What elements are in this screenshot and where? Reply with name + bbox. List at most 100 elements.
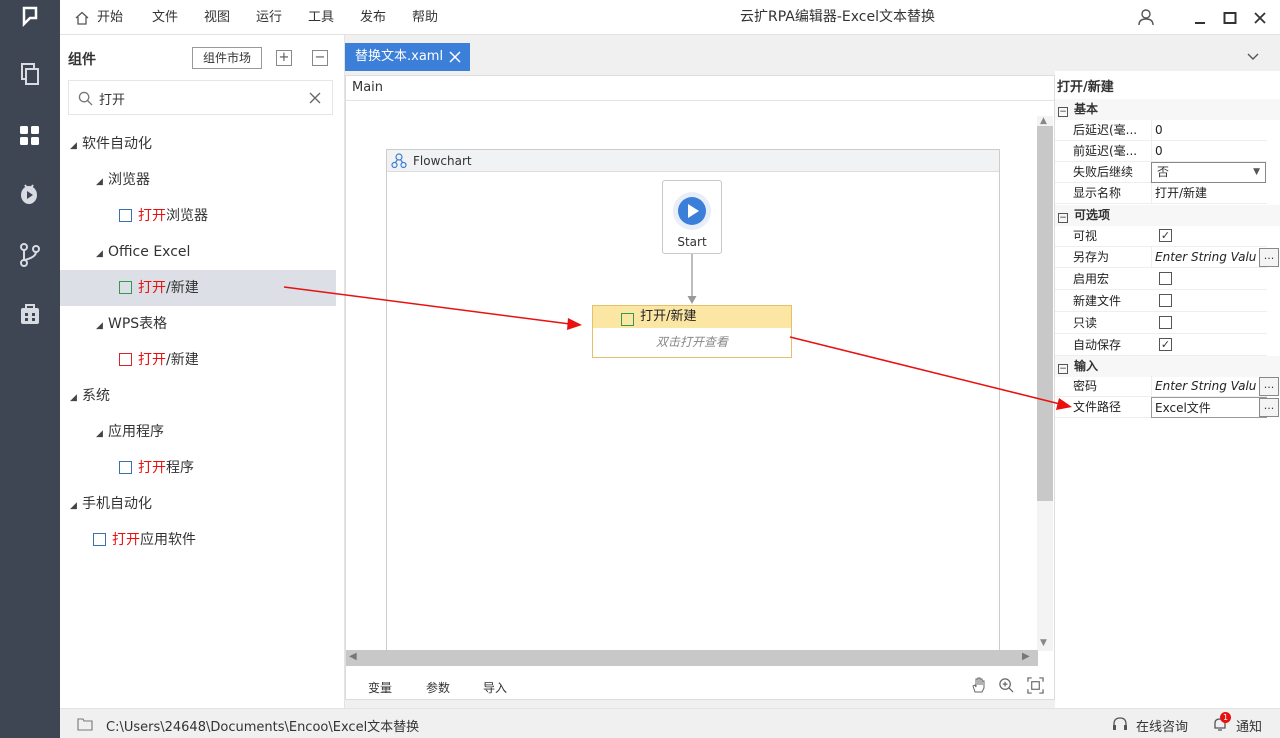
tree-item-system[interactable]: ◢ 系统 [60, 378, 336, 414]
home-icon[interactable] [75, 11, 89, 25]
menu-publish[interactable]: 发布 [360, 0, 386, 35]
scroll-down-icon[interactable]: ▼ [1040, 638, 1047, 648]
tab-variables[interactable]: 变量 [368, 679, 392, 696]
hand-tool-icon[interactable] [970, 676, 988, 694]
component-market-button[interactable]: 组件市场 [192, 47, 262, 69]
tree-label: 浏览器 [108, 172, 150, 188]
minimize-icon[interactable] [1193, 11, 1207, 25]
tab-replace-text[interactable]: 替换文本.xaml [345, 43, 470, 71]
search-icon [78, 91, 93, 106]
browse-button[interactable]: ... [1259, 377, 1279, 396]
tree-item-open-app[interactable]: 打开应用软件 [60, 522, 336, 558]
browse-button[interactable]: ... [1259, 248, 1279, 267]
tree-item-office-excel[interactable]: ◢ Office Excel [60, 234, 336, 270]
package-icon[interactable] [16, 300, 44, 328]
start-node[interactable]: Start [662, 180, 722, 254]
tree-item-browser[interactable]: ◢ 浏览器 [60, 162, 336, 198]
branch-icon[interactable] [16, 241, 44, 269]
headset-icon[interactable] [1112, 716, 1128, 732]
prop-value[interactable]: 0 [1151, 141, 1267, 162]
section-options[interactable]: − 可选项 [1055, 205, 1280, 226]
read-only-checkbox[interactable] [1159, 316, 1172, 329]
prop-label: 自动保存 [1073, 338, 1122, 352]
scroll-right-icon[interactable]: ▶ [1022, 651, 1030, 662]
section-basic[interactable]: − 基本 [1055, 99, 1280, 120]
menu-file[interactable]: 文件 [152, 0, 178, 35]
menu-help[interactable]: 帮助 [412, 0, 438, 35]
menu-run[interactable]: 运行 [256, 0, 282, 35]
prop-value[interactable]: 打开/新建 [1151, 183, 1267, 204]
vertical-scroll-thumb[interactable] [1037, 126, 1053, 501]
prop-label: 密码 [1073, 379, 1098, 393]
tree-item-wps-open-new[interactable]: 打开/新建 [60, 342, 336, 378]
activity-rail [0, 0, 60, 738]
tree-item-open-browser[interactable]: 打开浏览器 [60, 198, 336, 234]
fit-screen-icon[interactable] [1027, 677, 1044, 694]
collapse-icon[interactable]: − [1058, 107, 1068, 117]
enable-macro-checkbox[interactable] [1159, 272, 1172, 285]
component-search [68, 80, 333, 115]
tree-item-software-automation[interactable]: ◢ 软件自动化 [60, 126, 336, 162]
expand-triangle-icon: ◢ [96, 249, 103, 259]
prop-label: 文件路径 [1073, 400, 1122, 414]
tree-match: 打开 [138, 352, 166, 368]
collapse-icon[interactable]: − [1058, 213, 1068, 223]
auto-save-checkbox[interactable]: ✓ [1159, 338, 1172, 351]
file-path-input[interactable]: Excel文件 [1151, 397, 1267, 418]
horizontal-scrollbar[interactable]: ◀ ▶ [346, 650, 1038, 666]
chevron-down-icon[interactable] [1246, 50, 1260, 64]
prop-label: 另存为 [1073, 250, 1110, 264]
prop-label: 可视 [1073, 229, 1098, 243]
tree-label: 软件自动化 [82, 136, 152, 152]
expand-triangle-icon: ◢ [70, 393, 77, 403]
visible-checkbox[interactable]: ✓ [1159, 229, 1172, 242]
scroll-up-icon[interactable]: ▲ [1040, 116, 1047, 126]
online-consult[interactable]: 在线咨询 [1136, 716, 1188, 735]
tab-imports[interactable]: 导入 [483, 679, 507, 696]
notifications[interactable]: 通知 [1236, 716, 1262, 735]
breadcrumb[interactable]: Main [352, 80, 383, 95]
copy-icon[interactable] [16, 60, 44, 88]
tab-arguments[interactable]: 参数 [426, 679, 450, 696]
tree-item-mobile-automation[interactable]: ◢ 手机自动化 [60, 486, 336, 522]
new-file-checkbox[interactable] [1159, 294, 1172, 307]
section-label: 基本 [1074, 102, 1099, 116]
prop-row: 启用宏 [1055, 269, 1267, 290]
expand-all-button[interactable]: + [276, 50, 292, 66]
continue-on-error-select[interactable]: 否 ▼ [1151, 162, 1266, 183]
user-icon[interactable] [1137, 8, 1155, 26]
vertical-scrollbar[interactable]: ▲ ▼ [1037, 116, 1053, 651]
menu-view[interactable]: 视图 [204, 0, 230, 35]
maximize-icon[interactable] [1223, 11, 1237, 25]
clear-search-icon[interactable] [309, 92, 321, 104]
activity-open-new[interactable]: 打开/新建 双击打开查看 [592, 305, 792, 358]
tree-item-wps[interactable]: ◢ WPS表格 [60, 306, 336, 342]
section-label: 可选项 [1074, 208, 1111, 222]
collapse-icon[interactable]: − [1058, 364, 1068, 374]
search-input[interactable] [99, 88, 299, 108]
components-title: 组件 [68, 52, 96, 68]
close-icon[interactable] [1253, 11, 1267, 25]
prop-value[interactable]: 0 [1151, 120, 1267, 141]
zoom-in-icon[interactable] [998, 677, 1015, 694]
components-panel: 组件 组件市场 + − ◢软件自动化 ◢浏览器 打开浏览器 ◢Office Ex… [60, 35, 345, 708]
prop-row: 只读 [1055, 313, 1267, 334]
save-as-input[interactable]: Enter String Valu [1151, 247, 1267, 268]
tree-item-excel-open-new[interactable]: 打开/新建 [60, 270, 336, 306]
password-input[interactable]: Enter String Valu [1151, 376, 1267, 397]
section-input[interactable]: − 输入 [1055, 356, 1280, 377]
browse-button[interactable]: ... [1259, 398, 1279, 417]
tree-item-application[interactable]: ◢ 应用程序 [60, 414, 336, 450]
flowchart-icon [391, 153, 407, 169]
tree-item-open-program[interactable]: 打开程序 [60, 450, 336, 486]
components-icon[interactable] [16, 122, 44, 150]
scroll-left-icon[interactable]: ◀ [349, 651, 357, 662]
tree-label: 应用软件 [140, 532, 196, 548]
close-tab-icon[interactable] [449, 51, 461, 63]
collapse-all-button[interactable]: − [312, 50, 328, 66]
menu-home[interactable]: 开始 [97, 0, 123, 35]
tree-match: 打开 [138, 280, 166, 296]
debug-icon[interactable] [16, 180, 44, 208]
activity-hint: 双击打开查看 [655, 335, 728, 349]
menu-tools[interactable]: 工具 [308, 0, 334, 35]
